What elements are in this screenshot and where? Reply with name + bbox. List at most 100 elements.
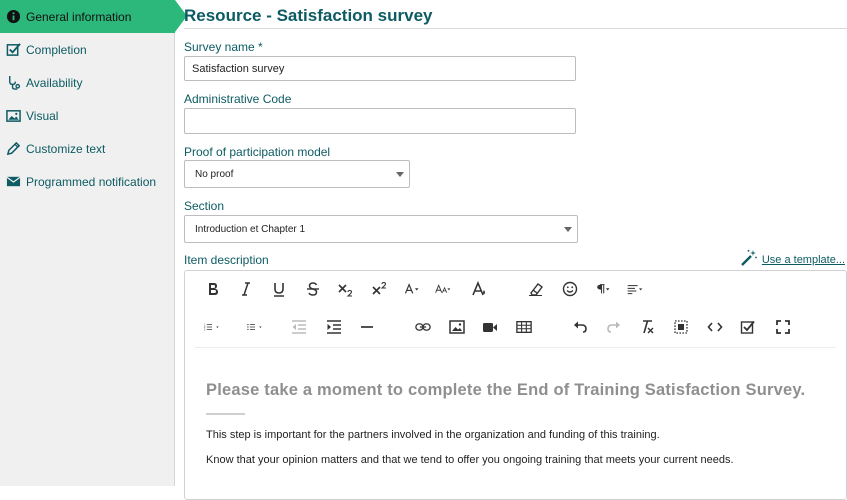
align-button[interactable] [627,279,643,301]
survey-name-label: Survey name * [184,40,263,54]
italic-icon [238,281,254,300]
sidebar-item-label: Visual [26,108,59,123]
sidebar-item-label: Customize text [26,141,106,156]
admin-code-input[interactable] [184,108,576,134]
font-size-button[interactable] [435,279,451,301]
checkbox-icon [740,319,756,338]
italic-button[interactable] [238,279,254,301]
ordered-list-button[interactable]: 123 [204,317,220,339]
magic-wand-icon [740,249,758,270]
svg-text:2: 2 [204,326,206,328]
ordered-list-icon: 123 [204,319,220,338]
section-label: Section [184,199,225,213]
clear-format-button[interactable] [528,279,544,301]
code-view-button[interactable] [707,317,723,339]
table-icon [516,319,532,338]
fullscreen-button[interactable] [775,317,791,339]
text-highlight-icon [472,280,488,300]
font-color-icon [404,281,420,300]
stethoscope-icon [0,75,26,90]
proof-model-select[interactable]: No proof [184,160,410,188]
video-camera-icon [482,319,498,338]
redo-icon [606,319,622,338]
sidebar-item-label: General information [26,9,132,24]
underline-icon [271,281,287,300]
outdent-button[interactable] [291,317,307,339]
use-template-label: Use a template... [761,253,845,266]
item-description-label: Item description [184,253,269,267]
editor-horizontal-rule [206,413,245,415]
superscript-icon [372,281,388,300]
proof-model-value: No proof [195,168,234,180]
page-title: Resource - Satisfaction survey [184,6,433,25]
editor-heading: Please take a moment to complete the End… [206,381,806,399]
sidebar-item-label: Completion [26,42,87,57]
subscript-button[interactable] [338,279,354,301]
remove-format-icon [639,319,655,338]
sidebar-item-customize-text[interactable]: Customize text [0,132,174,165]
chevron-down-icon [396,172,404,177]
bold-icon [205,281,221,300]
align-left-icon [627,281,643,300]
image-icon [0,108,26,123]
undo-button[interactable] [572,317,588,339]
font-color-button[interactable] [404,279,420,301]
sidebar-item-programmed-notification[interactable]: Programmed notification [0,165,174,198]
pilcrow-icon [595,281,611,300]
info-circle-icon [0,9,26,24]
section-value: Introduction et Chapter 1 [195,223,306,235]
editor-paragraph: This step is important for the partners … [206,429,660,441]
survey-name-input[interactable] [184,56,576,81]
sidebar-item-general-information[interactable]: General information [0,0,187,33]
svg-text:1: 1 [204,324,206,326]
bold-button[interactable] [205,279,221,301]
code-icon [707,319,723,338]
superscript-button[interactable] [372,279,388,301]
select-all-button[interactable] [673,317,689,339]
insert-image-button[interactable] [449,317,465,339]
title-divider [184,28,847,29]
insert-table-button[interactable] [516,317,532,339]
paragraph-format-button[interactable] [595,279,611,301]
horizontal-line-button[interactable] [359,317,375,339]
redo-button[interactable] [606,317,622,339]
sidebar-item-label: Programmed notification [26,174,157,189]
sidebar-item-label: Availability [26,75,83,90]
fullscreen-icon [775,319,791,338]
horizontal-rule-icon [359,319,375,338]
use-template-link[interactable]: Use a template... [740,249,845,270]
section-select[interactable]: Introduction et Chapter 1 [184,215,578,243]
indent-button[interactable] [326,317,342,339]
outdent-icon [291,319,307,338]
svg-text:3: 3 [204,329,206,331]
eraser-icon [528,281,544,300]
admin-code-label: Administrative Code [184,92,292,106]
strikethrough-icon [305,281,321,300]
remove-format-button[interactable] [639,317,655,339]
font-size-icon [435,281,451,300]
emoji-button[interactable] [562,279,578,301]
sidebar-item-availability[interactable]: Availability [0,66,174,99]
smiley-icon [562,281,578,300]
sidebar-item-visual[interactable]: Visual [0,99,174,132]
underline-button[interactable] [271,279,287,301]
subscript-icon [338,281,354,300]
sidebar-item-completion[interactable]: Completion [0,33,174,66]
image-icon [449,319,465,338]
chevron-down-icon [564,227,572,232]
unordered-list-button[interactable] [247,317,263,339]
insert-link-button[interactable] [415,317,431,339]
sidebar: General information Completion Availabil… [0,0,187,486]
checkbox-icon [0,42,26,57]
undo-icon [572,319,588,338]
editor-content[interactable]: Please take a moment to complete the End… [206,381,836,466]
strikethrough-button[interactable] [305,279,321,301]
rich-text-editor[interactable]: 123 Please take a moment to complete the… [184,270,847,500]
highlight-color-button[interactable] [472,279,488,301]
envelope-icon [0,174,26,189]
bullet-list-icon [247,319,263,338]
pencil-icon [0,141,26,156]
insert-video-button[interactable] [482,317,498,339]
editor-paragraph: Know that your opinion matters and that … [206,454,734,466]
spellcheck-button[interactable] [740,317,756,339]
